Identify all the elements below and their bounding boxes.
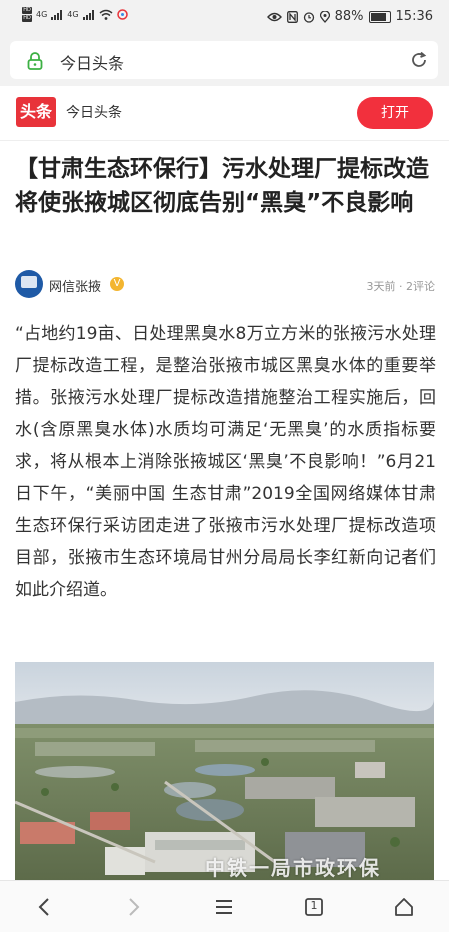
menu-button[interactable]: [210, 893, 238, 921]
app-notification-icon: [116, 9, 128, 20]
author-row: 网信张掖 V 3天前 · 2评论: [15, 270, 435, 300]
clock: 15:36: [395, 9, 433, 24]
back-button[interactable]: [30, 893, 58, 921]
hd-badges: HD HD: [22, 7, 32, 22]
tabs-button[interactable]: 1: [300, 893, 328, 921]
browser-toolbar: 今日头条: [0, 36, 449, 86]
url-title: 今日头条: [60, 54, 125, 73]
author-avatar[interactable]: [15, 270, 43, 298]
status-left: HD HD 4G 4G: [22, 7, 128, 22]
home-icon: [395, 898, 413, 916]
alarm-icon: [303, 11, 314, 23]
app-download-banner: 头条 今日头条 打开: [0, 86, 449, 141]
hd-badge: HD: [22, 15, 32, 22]
back-arrow-icon: [38, 898, 49, 916]
verified-badge-icon: V: [110, 277, 124, 291]
hd-badge: HD: [22, 7, 32, 14]
photo-watermark: 中铁一局市政环保: [205, 856, 381, 880]
signal-icon: [82, 9, 94, 20]
browser-bottom-nav: 1: [0, 880, 449, 932]
menu-icon: [216, 900, 232, 914]
battery-percent: 88%: [334, 9, 364, 24]
author-name[interactable]: 网信张掖: [49, 276, 101, 295]
open-app-button[interactable]: 打开: [357, 97, 433, 129]
article-title: 【甘肃生态环保行】污水处理厂提标改造将使张掖城区彻底告别“黑臭”不良影响: [15, 156, 429, 216]
lock-icon: [27, 52, 43, 70]
status-bar: HD HD 4G 4G 88% 15:36: [0, 0, 449, 36]
signal-icon: [51, 9, 63, 20]
address-bar[interactable]: 今日头条: [10, 41, 438, 79]
status-right: 88% 15:36: [266, 9, 433, 24]
forward-button[interactable]: [120, 893, 148, 921]
article-body: “占地约19亩、日处理黑臭水8万立方米的张掖污水处理厂提标改造工程，是整治张掖市…: [15, 324, 436, 600]
home-button[interactable]: [390, 893, 418, 921]
article-photo[interactable]: 中铁一局市政环保: [15, 662, 434, 880]
sewage-plant-aerial-image: [15, 662, 434, 880]
article-meta: 3天前 · 2评论: [366, 280, 436, 293]
eye-icon: [266, 12, 282, 21]
network-label: 4G: [67, 10, 79, 19]
forward-arrow-icon: [129, 898, 140, 916]
app-name: 今日头条: [66, 105, 122, 121]
wifi-icon: [99, 9, 113, 20]
battery-icon: [368, 10, 391, 23]
location-icon: [319, 10, 330, 23]
toutiao-logo: 头条: [16, 97, 56, 127]
tab-count: 1: [310, 899, 318, 912]
network-label: 4G: [36, 10, 48, 19]
refresh-icon[interactable]: [410, 51, 428, 69]
nfc-icon: [286, 10, 298, 23]
